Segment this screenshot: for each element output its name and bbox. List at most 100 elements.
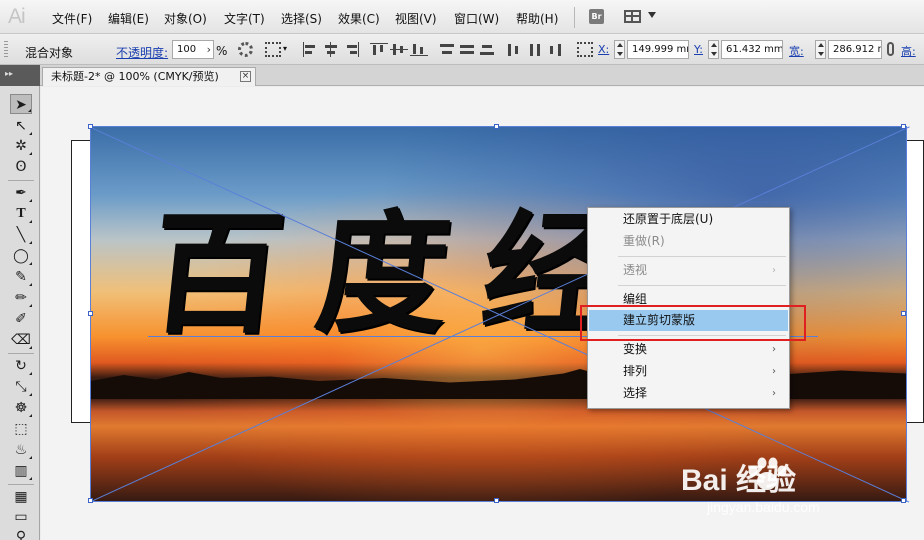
pen-tool-icon[interactable]: ✒ bbox=[10, 183, 32, 203]
menu-divider bbox=[618, 285, 786, 286]
chevron-down-icon[interactable] bbox=[648, 12, 656, 18]
chevron-right-icon[interactable]: › bbox=[207, 41, 211, 58]
resize-handle[interactable] bbox=[88, 498, 93, 503]
width-input[interactable]: 286.912 mi bbox=[828, 40, 882, 59]
y-stepper[interactable] bbox=[708, 40, 719, 59]
menu-type[interactable]: 文字(T) bbox=[224, 10, 265, 27]
height-label: 高: bbox=[901, 45, 916, 58]
link-icon[interactable] bbox=[887, 42, 894, 56]
scale-tool-icon[interactable]: ⤡ bbox=[10, 377, 32, 397]
menu-select[interactable]: 选择(S) bbox=[281, 10, 322, 27]
document-tab[interactable]: 未标题-2* @ 100% (CMYK/预览) × bbox=[42, 67, 256, 86]
align-center-icon[interactable] bbox=[322, 42, 340, 57]
resize-handle[interactable] bbox=[88, 311, 93, 316]
paintbrush-tool-icon[interactable]: ✎ bbox=[10, 267, 32, 287]
baidu-watermark: Bai 经验 jingyan.baidu.com bbox=[681, 443, 911, 523]
width-label: 宽: bbox=[789, 45, 804, 58]
menu-item-label: 透视 bbox=[623, 263, 648, 277]
paw-icon bbox=[748, 457, 787, 490]
width-stepper[interactable] bbox=[815, 40, 826, 59]
opacity-input[interactable]: 100 › bbox=[172, 40, 214, 59]
menu-bar: Ai 文件(F) 编辑(E) 对象(O) 文字(T) 选择(S) 效果(C) 视… bbox=[0, 0, 924, 34]
y-input[interactable]: 61.432 mm bbox=[721, 40, 783, 59]
lasso-tool-icon[interactable]: ʘ bbox=[10, 157, 32, 177]
menu-item-transform[interactable]: 变换 › bbox=[589, 339, 788, 360]
menu-item-redo[interactable]: 重做(R) bbox=[589, 231, 788, 252]
close-icon[interactable]: × bbox=[240, 71, 251, 82]
document-tab-title: 未标题-2* @ 100% (CMYK/预览) bbox=[51, 70, 219, 83]
distribute-bottom-icon[interactable] bbox=[478, 42, 496, 57]
canvas-area[interactable]: 百度经 Bai 经验 jingyan.baidu.com 还原置于底层(U) 重… bbox=[41, 87, 924, 540]
free-transform-tool-icon[interactable]: ⬚ bbox=[10, 419, 32, 439]
menu-item-label: 重做(R) bbox=[623, 234, 665, 248]
align-middle-icon[interactable] bbox=[390, 42, 408, 57]
type-tool-icon[interactable]: T bbox=[10, 204, 32, 224]
menu-edit[interactable]: 编辑(E) bbox=[108, 10, 149, 27]
distribute-left-icon[interactable] bbox=[506, 42, 524, 57]
menu-item-undo-send-to-back[interactable]: 还原置于底层(U) bbox=[589, 209, 788, 230]
menu-item-arrange[interactable]: 排列 › bbox=[589, 361, 788, 382]
tool-divider bbox=[8, 180, 34, 181]
warp-tool-icon[interactable]: ☸ bbox=[10, 398, 32, 418]
control-bar: 混合对象 不透明度: 100 › % ▾ X: 149.999 mm Y: 61… bbox=[0, 34, 924, 65]
x-stepper[interactable] bbox=[614, 40, 625, 59]
resize-handle[interactable] bbox=[901, 124, 906, 129]
menu-item-label: 编组 bbox=[623, 292, 648, 306]
menu-divider bbox=[618, 256, 786, 257]
selection-tool-icon[interactable]: ➤ bbox=[10, 94, 32, 114]
menu-item-label: 变换 bbox=[623, 342, 648, 356]
align-bottom-icon[interactable] bbox=[410, 42, 428, 57]
workspace-layout-icon[interactable] bbox=[624, 10, 641, 23]
menu-item-perspective[interactable]: 透视 › bbox=[589, 260, 788, 281]
distribute-top-icon[interactable] bbox=[438, 42, 456, 57]
collapse-icon[interactable]: ▸▸ bbox=[5, 69, 13, 78]
rotate-tool-icon[interactable]: ↻ bbox=[10, 356, 32, 376]
align-left-icon[interactable] bbox=[302, 42, 320, 57]
tools-panel: ➤ ↖ ✲ ʘ ✒ T ╲ ◯ ✎ ✏ ✐ ⌫ ↻ ⤡ ☸ ⬚ ♨ ▥ ▦ ▭ … bbox=[0, 86, 40, 540]
blob-brush-tool-icon[interactable]: ✐ bbox=[10, 309, 32, 329]
distribute-middle-icon[interactable] bbox=[458, 42, 476, 57]
chevron-right-icon: › bbox=[772, 366, 776, 377]
style-swatch-icon[interactable] bbox=[238, 42, 253, 57]
menu-object[interactable]: 对象(O) bbox=[164, 10, 207, 27]
align-top-icon[interactable] bbox=[370, 42, 388, 57]
document-tab-bar: ▸▸ 未标题-2* @ 100% (CMYK/预览) × bbox=[0, 65, 924, 86]
menu-item-label: 排列 bbox=[623, 364, 648, 378]
distribute-center-icon[interactable] bbox=[526, 42, 544, 57]
resize-handle[interactable] bbox=[494, 124, 499, 129]
direct-selection-tool-icon[interactable]: ↖ bbox=[10, 116, 32, 136]
menu-divider bbox=[574, 7, 575, 28]
ellipse-tool-icon[interactable]: ◯ bbox=[10, 246, 32, 266]
eyedropper-tool-icon[interactable]: ⚲ bbox=[10, 527, 32, 540]
line-tool-icon[interactable]: ╲ bbox=[10, 225, 32, 245]
resize-handle[interactable] bbox=[88, 124, 93, 129]
bridge-button[interactable]: Br bbox=[589, 9, 604, 24]
magic-wand-tool-icon[interactable]: ✲ bbox=[10, 136, 32, 156]
eraser-tool-icon[interactable]: ⌫ bbox=[10, 330, 32, 350]
reference-point-icon[interactable] bbox=[577, 42, 593, 57]
object-type-label: 混合对象 bbox=[25, 46, 74, 60]
pencil-tool-icon[interactable]: ✏ bbox=[10, 288, 32, 308]
transform-reference-icon[interactable] bbox=[265, 42, 281, 57]
tool-divider bbox=[8, 353, 34, 354]
menu-file[interactable]: 文件(F) bbox=[52, 10, 92, 27]
menu-help[interactable]: 帮助(H) bbox=[516, 10, 558, 27]
gradient-tool-icon[interactable]: ▭ bbox=[10, 507, 32, 527]
menu-item-select[interactable]: 选择 › bbox=[589, 383, 788, 404]
grip-handle[interactable] bbox=[4, 41, 8, 58]
menu-view[interactable]: 视图(V) bbox=[395, 10, 437, 27]
align-right-icon[interactable] bbox=[342, 42, 360, 57]
resize-handle[interactable] bbox=[901, 311, 906, 316]
symbol-sprayer-tool-icon[interactable]: ♨ bbox=[10, 440, 32, 460]
chevron-down-icon[interactable]: ▾ bbox=[283, 44, 287, 53]
menu-effect[interactable]: 效果(C) bbox=[338, 10, 380, 27]
opacity-link[interactable]: 不透明度: bbox=[116, 44, 168, 61]
tools-panel-header[interactable]: ▸▸ bbox=[0, 65, 40, 86]
distribute-right-icon[interactable] bbox=[546, 42, 564, 57]
x-input[interactable]: 149.999 mm bbox=[627, 40, 689, 59]
mesh-tool-icon[interactable]: ▦ bbox=[10, 487, 32, 507]
resize-handle[interactable] bbox=[494, 498, 499, 503]
column-graph-tool-icon[interactable]: ▥ bbox=[10, 461, 32, 481]
menu-window[interactable]: 窗口(W) bbox=[454, 10, 499, 27]
y-label: Y: bbox=[694, 43, 703, 56]
